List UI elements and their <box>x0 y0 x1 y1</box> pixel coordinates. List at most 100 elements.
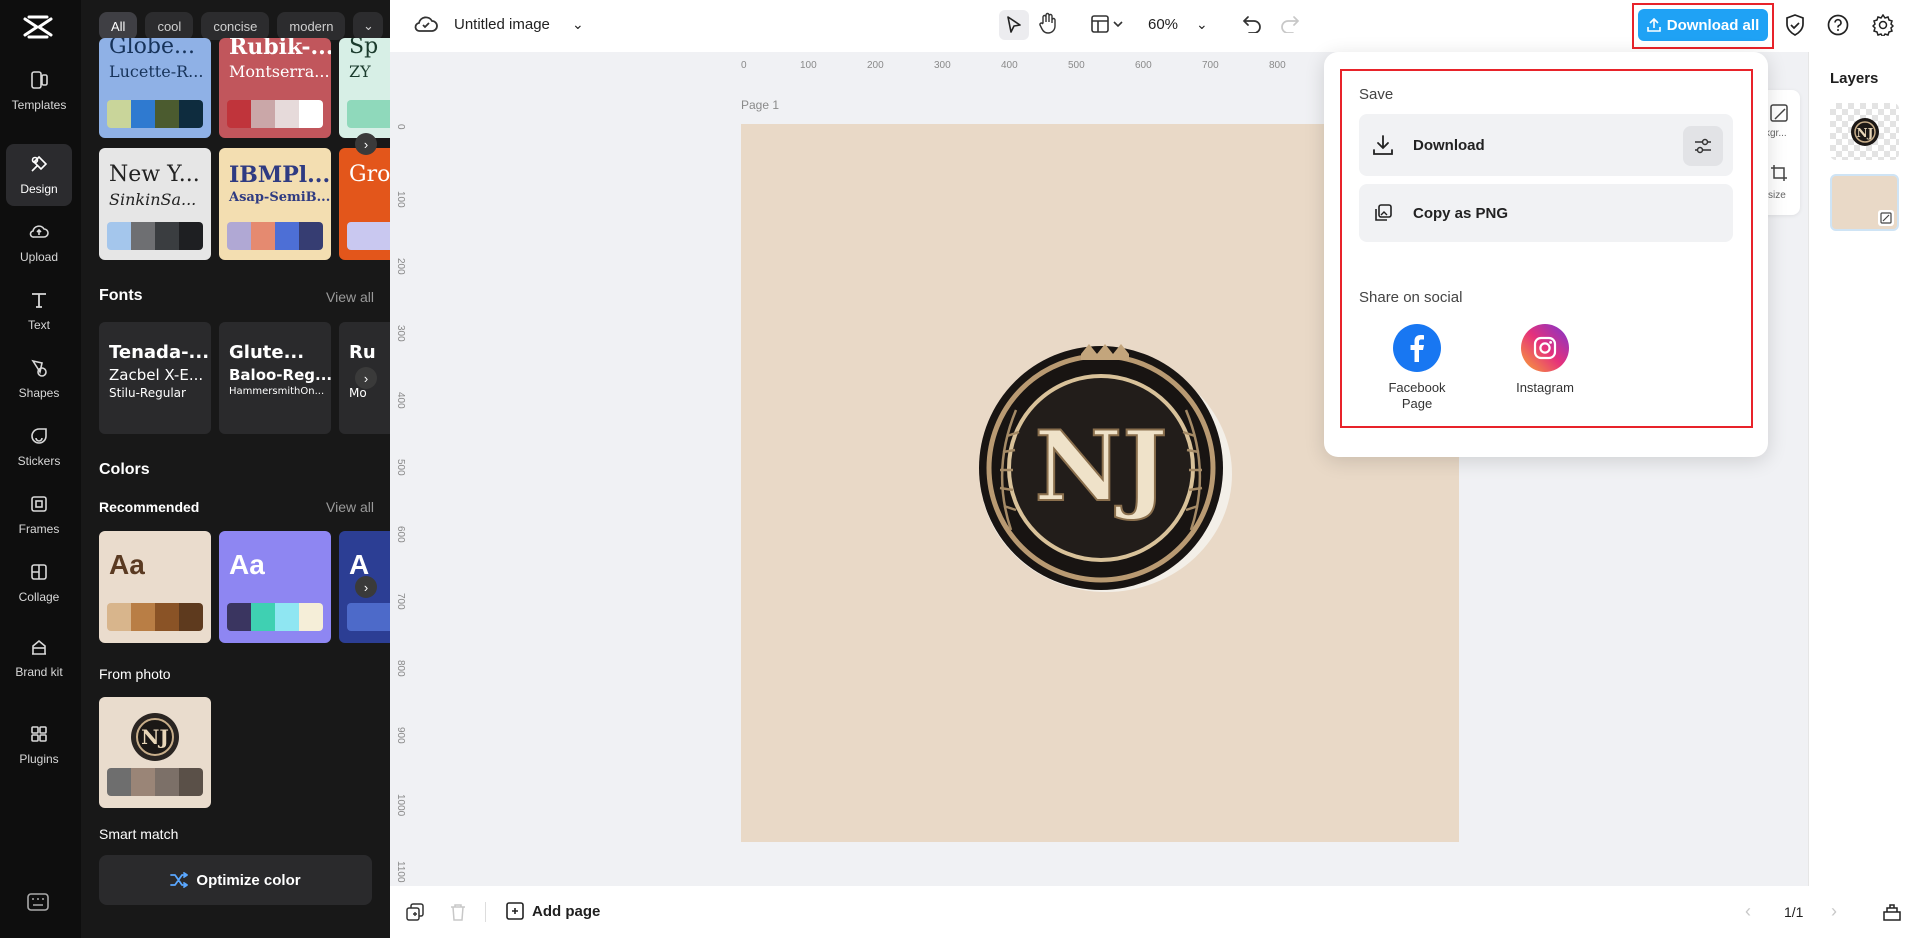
help-icon[interactable] <box>1827 14 1849 36</box>
rail-item-shapes[interactable]: Shapes <box>6 348 72 410</box>
theme-card[interactable]: IBMPl... Asap-SemiB... <box>219 148 331 260</box>
delete-page-icon[interactable] <box>450 903 466 926</box>
rail-item-brand-kit[interactable]: Brand kit <box>6 620 72 696</box>
text-icon <box>29 290 49 317</box>
recommended-view-all[interactable]: View all <box>326 499 374 515</box>
theme-card-title: Globe... <box>109 38 195 59</box>
cloud-save-icon[interactable] <box>414 14 438 34</box>
brand-kit-icon <box>29 637 49 664</box>
color-card[interactable]: Aa <box>99 531 211 643</box>
palette-swatch <box>275 100 299 128</box>
ruler-tick-label: 600 <box>1135 60 1152 71</box>
theme-card-subtitle: Lucette-R... <box>109 62 204 81</box>
chevron-down-icon: ⌄ <box>363 18 374 33</box>
download-option[interactable]: Download <box>1359 114 1733 176</box>
page-label: Page 1 <box>741 98 780 112</box>
next-page-icon[interactable]: › <box>1831 901 1837 922</box>
theme-card[interactable]: Gro <box>339 148 390 260</box>
hand-tool-icon[interactable] <box>1038 12 1058 34</box>
color-card[interactable]: Aa <box>219 531 331 643</box>
font-card[interactable]: Tenada-... Zacbel X-E... Stilu-Regular <box>99 322 211 434</box>
palette-swatch <box>107 603 131 631</box>
chip-all[interactable]: All <box>99 12 138 40</box>
resize-label: size <box>1768 190 1786 201</box>
palette-swatch <box>299 603 323 631</box>
font-card[interactable]: Glute... Baloo-Reg... HammersmithOn... <box>219 322 331 434</box>
duplicate-page-icon[interactable] <box>406 903 424 926</box>
palette-swatch <box>227 222 251 250</box>
rail-item-design[interactable]: Design <box>6 144 72 206</box>
chips-dropdown-button[interactable]: ⌄ <box>353 12 384 40</box>
themes-next-arrow[interactable]: › <box>355 133 377 155</box>
palette-swatch <box>275 603 299 631</box>
rail-item-label: Collage <box>18 589 60 604</box>
theme-card[interactable]: Rubik-... Montserra... <box>219 38 331 138</box>
download-all-button[interactable]: Download all <box>1638 9 1768 41</box>
rail-item-label: Upload <box>19 249 59 264</box>
redo-icon[interactable] <box>1280 15 1300 33</box>
zoom-dropdown-icon[interactable]: ⌄ <box>1196 16 1208 33</box>
copy-as-png-option[interactable]: Copy as PNG <box>1359 184 1733 242</box>
nj-logo-image[interactable]: NJ <box>971 340 1237 596</box>
shapes-icon <box>29 358 49 385</box>
color-card-palette <box>107 603 203 631</box>
rail-item-upload[interactable]: Upload <box>6 212 72 274</box>
page-manager-icon[interactable] <box>1882 902 1902 927</box>
capcut-logo[interactable] <box>20 12 56 42</box>
select-tool-icon[interactable] <box>999 10 1029 40</box>
shield-icon[interactable] <box>1785 14 1805 36</box>
smart-match-label: Smart match <box>99 826 179 842</box>
chip-cool[interactable]: cool <box>145 12 194 40</box>
download-settings-button[interactable] <box>1683 126 1723 166</box>
download-all-label: Download all <box>1666 16 1760 34</box>
layer-thumb-logo[interactable]: NJ <box>1830 103 1899 160</box>
fonts-view-all[interactable]: View all <box>326 289 374 305</box>
layer-thumb-background[interactable] <box>1830 174 1899 231</box>
ruler-tick-label: 100 <box>395 191 406 208</box>
instagram-share[interactable]: Instagram <box>1495 324 1595 396</box>
background-icon[interactable] <box>1770 104 1788 127</box>
chip-concise[interactable]: concise <box>201 12 270 40</box>
layout-tool-icon[interactable] <box>1091 14 1125 34</box>
upload-icon <box>29 222 49 249</box>
optimize-color-button[interactable]: Optimize color <box>99 855 372 905</box>
add-page-label: Add page <box>532 902 601 920</box>
rail-item-templates[interactable]: Templates <box>6 60 72 122</box>
palette-swatch <box>179 100 203 128</box>
rail-item-plugins[interactable]: Plugins <box>6 714 72 776</box>
facebook-page-share[interactable]: Facebook Page <box>1367 324 1467 411</box>
colors-next-arrow[interactable]: › <box>355 576 377 598</box>
theme-card[interactable]: New Y... SinkinSa... <box>99 148 211 260</box>
rail-item-stickers[interactable]: Stickers <box>6 416 72 478</box>
ruler-tick-label: 1000 <box>395 794 406 817</box>
ruler-tick-label: 0 <box>741 60 747 71</box>
palette-swatch <box>179 603 203 631</box>
frames-icon <box>29 494 49 521</box>
chip-modern[interactable]: modern <box>277 12 346 40</box>
prev-page-icon[interactable]: ‹ <box>1745 901 1751 922</box>
font-card-line2: Baloo-Reg... <box>229 366 331 384</box>
theme-card-subtitle: SinkinSa... <box>109 190 197 209</box>
theme-card[interactable]: Globe... Lucette-R... <box>99 38 211 138</box>
keyboard-shortcuts-icon[interactable] <box>27 893 51 913</box>
fonts-next-arrow[interactable]: › <box>355 367 377 389</box>
palette-swatch <box>251 100 275 128</box>
add-page-button[interactable]: Add page <box>506 902 600 920</box>
title-dropdown-icon[interactable]: ⌄ <box>572 16 584 33</box>
document-title[interactable]: Untitled image <box>454 16 550 33</box>
from-photo-card[interactable]: NJ <box>99 697 211 808</box>
palette-swatch <box>155 100 179 128</box>
left-rail: Templates Design Upload Text Shapes Stickers F… <box>0 0 81 938</box>
stickers-icon <box>29 426 49 453</box>
zoom-level[interactable]: 60% <box>1148 16 1178 33</box>
chevron-right-icon: › <box>363 136 369 152</box>
undo-icon[interactable] <box>1242 15 1262 33</box>
theme-card[interactable]: Sp ZY <box>339 38 390 138</box>
copy-image-icon <box>1371 201 1395 225</box>
shuffle-icon <box>170 872 189 888</box>
rail-item-frames[interactable]: Frames <box>6 484 72 546</box>
settings-gear-icon[interactable] <box>1872 14 1894 36</box>
rail-item-collage[interactable]: Collage <box>6 552 72 614</box>
rail-item-text[interactable]: Text <box>6 280 72 342</box>
resize-icon[interactable] <box>1770 164 1788 187</box>
